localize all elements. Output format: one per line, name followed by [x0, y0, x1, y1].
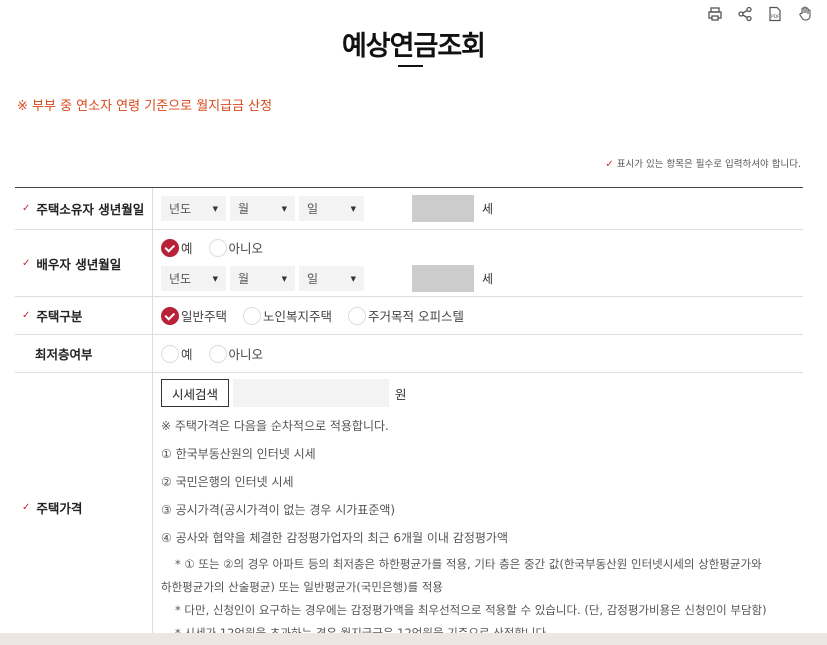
row-house-type: ✓ 주택구분 일반주택 노인복지주택 주거목적 오피스텔 [15, 297, 803, 335]
page-title: 예상연금조회 [341, 31, 486, 62]
row-header: ✓ 배우자 생년월일 [15, 230, 153, 296]
required-check-icon: ✓ [22, 502, 31, 513]
radio-label: 일반주택 [181, 309, 228, 324]
spouse-birth-label: 배우자 생년월일 [36, 256, 122, 272]
toolbar: PDF [707, 6, 813, 22]
spouse-no-radio[interactable]: 아니오 [208, 238, 264, 257]
radio-checked-icon [161, 238, 179, 257]
spouse-radio-group: 예 아니오 [161, 238, 803, 257]
price-search-button[interactable]: 시세검색 [161, 379, 230, 407]
row-spouse-birth: ✓ 배우자 생년월일 예 아니오 년도 ▼ 월 ▼ 일 ▼ 세 [15, 230, 803, 297]
price-unit: 원 [395, 386, 407, 402]
spouse-day-select[interactable]: 일 ▼ [299, 266, 364, 291]
house-type-radio-group: 일반주택 노인복지주택 주거목적 오피스텔 [161, 306, 480, 325]
bottom-bar [0, 633, 827, 645]
house-price-input[interactable] [233, 379, 390, 407]
row-header: ✓ 주택가격 [15, 373, 153, 642]
house-type-elderly-radio[interactable]: 노인복지주택 [243, 306, 332, 325]
required-check-icon: ✓ [22, 203, 31, 214]
price-item: ③ 공시가격(공시가격이 없는 경우 시가표준액) [161, 503, 396, 517]
radio-label: 아니오 [228, 347, 264, 362]
radio-label: 주거목적 오피스텔 [368, 309, 465, 324]
notice-text: ※ 부부 중 연소자 연령 기준으로 월지급금 산정 [17, 99, 273, 114]
spouse-yes-radio[interactable]: 예 [161, 238, 193, 257]
house-price-label: 주택가격 [36, 501, 83, 516]
radio-label: 노인복지주택 [263, 309, 333, 324]
select-value: 년도 [169, 272, 192, 286]
row-header: 최저층여부 [15, 335, 153, 372]
select-value: 일 [307, 272, 319, 286]
title-underline [398, 65, 423, 67]
spouse-month-select[interactable]: 월 ▼ [230, 266, 295, 291]
spouse-age-output [412, 265, 474, 292]
dropdown-arrow-icon: ▼ [350, 204, 356, 213]
radio-label: 예 [181, 241, 193, 256]
age-unit: 세 [482, 272, 494, 286]
row-content: 시세검색 원 ※ 주택가격은 다음을 순차적으로 적용합니다. ① 한국부동산원… [153, 373, 803, 642]
house-type-officetel-radio[interactable]: 주거목적 오피스텔 [348, 306, 464, 325]
radio-unchecked-icon [243, 306, 262, 325]
price-subnote: * ① 또는 ②의 경우 아파트 등의 최저층은 하한평균가를 적용, 기타 층… [175, 557, 762, 571]
radio-unchecked-icon [348, 306, 367, 325]
print-icon[interactable] [707, 6, 723, 22]
required-check-icon: ✓ [22, 310, 31, 321]
row-header: ✓ 주택구분 [15, 297, 153, 334]
price-item: ② 국민은행의 인터넷 시세 [161, 475, 294, 489]
row-content: 년도 ▼ 월 ▼ 일 ▼ 세 [153, 188, 803, 229]
row-owner-birth: ✓ 주택소유자 생년월일 년도 ▼ 월 ▼ 일 ▼ 세 [15, 188, 803, 230]
required-check-icon: ✓ [22, 257, 31, 269]
dropdown-arrow-icon: ▼ [350, 274, 356, 283]
price-note: ※ 주택가격은 다음을 순차적으로 적용합니다. [161, 419, 389, 433]
check-icon: ✓ [605, 159, 614, 170]
owner-month-select[interactable]: 월 ▼ [230, 196, 295, 221]
row-content: 일반주택 노인복지주택 주거목적 오피스텔 [153, 297, 803, 334]
row-content: 예 아니오 년도 ▼ 월 ▼ 일 ▼ 세 [153, 230, 803, 296]
owner-day-select[interactable]: 일 ▼ [299, 196, 364, 221]
pension-form: ✓ 주택소유자 생년월일 년도 ▼ 월 ▼ 일 ▼ 세 ✓ 배우자 생년월일 예 아니… [15, 187, 803, 643]
spouse-year-select[interactable]: 년도 ▼ [161, 266, 226, 291]
radio-unchecked-icon [161, 344, 179, 363]
owner-age-output [412, 195, 474, 222]
radio-label: 예 [181, 347, 193, 362]
lowest-floor-radio-group: 예 아니오 [161, 344, 279, 363]
share-icon[interactable] [737, 6, 753, 22]
price-item: ④ 공사와 협약을 체결한 감정평가업자의 최근 6개월 이내 감정평가액 [161, 531, 508, 545]
lowest-floor-yes-radio[interactable]: 예 [161, 344, 193, 363]
price-subnote: 하한평균가의 산술평균) 또는 일반평균가(국민은행)를 적용 [161, 580, 443, 594]
dropdown-arrow-icon: ▼ [212, 204, 218, 213]
house-type-label: 주택구분 [36, 309, 83, 324]
select-value: 월 [238, 272, 250, 286]
pdf-icon[interactable]: PDF [767, 6, 783, 22]
required-hint-text: 표시가 있는 항목은 필수로 입력하셔야 합니다. [616, 159, 801, 170]
lowest-floor-no-radio[interactable]: 아니오 [208, 344, 264, 363]
spouse-date-selects: 년도 ▼ 월 ▼ 일 ▼ 세 [161, 265, 803, 292]
age-unit: 세 [482, 202, 494, 216]
price-input-line: 시세검색 원 [161, 379, 803, 407]
required-hint: ✓ 표시가 있는 항목은 필수로 입력하셔야 합니다. [605, 156, 801, 170]
price-subnote: * 다만, 신청인이 요구하는 경우에는 감정평가액을 최우선적으로 적용할 수… [175, 603, 767, 617]
price-item: ① 한국부동산원의 인터넷 시세 [161, 447, 316, 461]
dropdown-arrow-icon: ▼ [281, 204, 287, 213]
select-value: 년도 [169, 202, 192, 216]
row-lowest-floor: 최저층여부 예 아니오 [15, 335, 803, 373]
owner-year-select[interactable]: 년도 ▼ [161, 196, 226, 221]
dropdown-arrow-icon: ▼ [281, 274, 287, 283]
house-type-general-radio[interactable]: 일반주택 [161, 306, 227, 325]
lowest-floor-label: 최저층여부 [35, 347, 93, 362]
dropdown-arrow-icon: ▼ [212, 274, 218, 283]
owner-birth-label: 주택소유자 생년월일 [36, 202, 145, 217]
row-content: 예 아니오 [153, 335, 803, 372]
select-value: 일 [307, 202, 319, 216]
radio-checked-icon [161, 306, 179, 325]
price-subnotes: * ① 또는 ②의 경우 아파트 등의 최저층은 하한평균가를 적용, 기타 층… [161, 553, 803, 645]
svg-text:PDF: PDF [771, 14, 780, 20]
row-house-price: ✓ 주택가격 시세검색 원 ※ 주택가격은 다음을 순차적으로 적용합니다. ①… [15, 373, 803, 643]
radio-unchecked-icon [208, 238, 227, 257]
radio-label: 아니오 [228, 241, 264, 256]
select-value: 월 [238, 202, 250, 216]
row-header: ✓ 주택소유자 생년월일 [15, 188, 153, 229]
radio-unchecked-icon [208, 344, 227, 363]
hand-icon[interactable] [797, 6, 813, 22]
